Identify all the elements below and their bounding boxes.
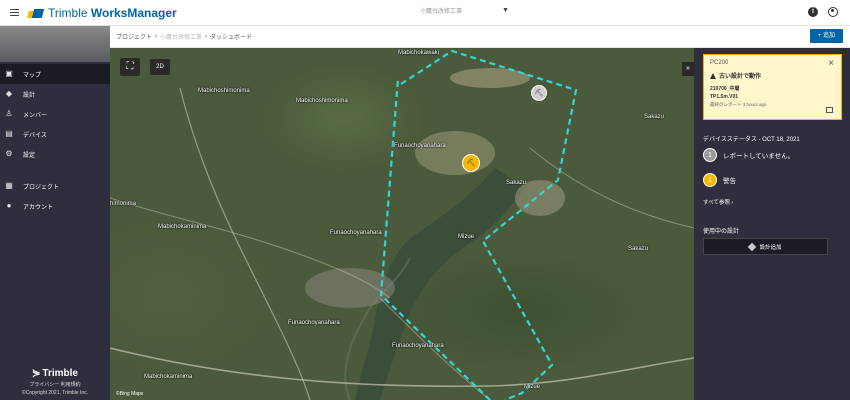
sidebar-footer: ⋟ Trimble プライバシー 利用規約 ©Copyright 2021, Tr… — [0, 368, 110, 396]
map-label: Mabichoshimonima — [198, 88, 250, 94]
device-icon: ▤ — [5, 129, 13, 138]
alert-design-version: TP1.5m.V01 — [710, 94, 739, 100]
map-label: Sakazu — [506, 180, 527, 186]
person-icon: ♙ — [5, 109, 13, 118]
status-label: 警告 — [723, 178, 736, 185]
monitor-icon[interactable] — [826, 107, 833, 113]
add-button[interactable]: + 追加 — [809, 29, 843, 43]
satellite-map[interactable]: Mabichokawaki Mabichoshimonima Mabichosh… — [110, 48, 694, 400]
map-label: Sakazu — [644, 114, 665, 120]
breadcrumb-projects[interactable]: プロジェクト — [116, 32, 152, 41]
cube-icon: ◆ — [5, 89, 13, 98]
sidebar-item-label: プロジェクト — [23, 184, 60, 191]
breadcrumb-current: ダッシュボード — [210, 35, 253, 41]
map-label: Funaochoyanahara — [288, 320, 340, 326]
sidebar-item-label: メンバー — [23, 112, 48, 119]
sidebar-item-settings[interactable]: ⚙ 設定 — [0, 144, 110, 164]
alert-status: 古い設計で動作 — [710, 71, 835, 80]
chevron-down-icon: ▼ — [502, 7, 509, 14]
status-warning[interactable]: 1 警告 — [703, 173, 736, 187]
status-label: レポートしていません。 — [723, 153, 795, 160]
map-label: Mabichokaminima — [158, 224, 207, 230]
map-label: Funaochoyanahara — [330, 230, 382, 236]
trimble-mark-icon: ⋟ — [32, 368, 41, 379]
map-label: Mizue — [458, 234, 475, 240]
app-logo[interactable]: Trimble WorksManager — [27, 0, 177, 26]
copyright: ©Copyright 2021, Trimble Inc. — [21, 390, 89, 396]
fullscreen-icon[interactable]: ⛶ — [120, 58, 140, 76]
excavator-marker-icon[interactable]: ⛏ — [531, 85, 547, 101]
chevron-right-icon: › — [155, 33, 158, 40]
footer-links[interactable]: プライバシー 利用規約 — [0, 381, 110, 388]
map-label: Mabichokawaki — [398, 50, 440, 56]
sidebar-item-account[interactable]: ● アカウント — [0, 196, 110, 216]
device-alert-card[interactable]: PC200 古い設計で動作 210706_中層 TP1.5m.V01 最終のレポ… — [703, 54, 842, 120]
sidebar-item-label: デバイス — [23, 132, 47, 139]
breadcrumb: プロジェクト › 小鷹台改修工事 › ダッシュボード + 追加 — [110, 26, 850, 48]
device-name: PC200 — [710, 60, 729, 66]
sidebar-item-label: マップ — [23, 72, 42, 79]
device-panel: PC200 古い設計で動作 210706_中層 TP1.5m.V01 最終のレポ… — [694, 48, 850, 400]
warning-icon — [710, 72, 716, 79]
app-title: Trimble WorksManager — [48, 5, 177, 20]
status-count: 1 — [703, 173, 717, 187]
trimble-logo-icon — [27, 8, 45, 18]
map-attribution: ©Bing Maps — [116, 391, 144, 397]
sidebar: ▣ マップ ◆ 設計 ♙ メンバー ▤ デバイス ⚙ 設定 ▦ プロジェクト ●… — [0, 26, 110, 400]
user-icon[interactable] — [828, 7, 838, 17]
map-label: himonima — [110, 201, 137, 207]
sidebar-item-design[interactable]: ◆ 設計 — [0, 84, 110, 104]
info-icon[interactable]: i — [808, 7, 818, 17]
sidebar-item-label: 設計 — [23, 92, 36, 99]
account-icon: ● — [6, 201, 12, 210]
designs-in-use-title: 使用中の設計 — [703, 229, 740, 235]
device-status-title: デバイスステータス - OCT 18, 2021 — [703, 137, 800, 143]
expand-panel-icon[interactable]: » — [682, 62, 694, 76]
status-count: 1 — [703, 148, 717, 162]
see-all-link[interactable]: すべて参照 › — [703, 198, 733, 206]
gear-icon: ⚙ — [5, 149, 13, 158]
sidebar-item-label: 設定 — [23, 152, 36, 159]
sidebar-item-members[interactable]: ♙ メンバー — [0, 104, 110, 124]
breadcrumb-project[interactable]: 小鷹台改修工事 — [160, 32, 202, 41]
sidebar-item-label: アカウント — [23, 204, 54, 211]
excavator-marker-icon[interactable]: ⛏ — [462, 154, 480, 172]
add-design-button[interactable]: 設計追加 — [703, 238, 828, 255]
project-selector[interactable]: 小鷹台改修工事 ▼ — [420, 6, 509, 15]
map-label: Sakazu — [628, 246, 649, 252]
building-icon: ▦ — [5, 181, 13, 190]
chevron-right-icon: › — [205, 33, 208, 40]
status-not-reporting[interactable]: 1 レポートしていません。 — [703, 148, 794, 162]
alert-design-name: 210706_中層 — [710, 86, 740, 92]
sidebar-item-devices[interactable]: ▤ デバイス — [0, 124, 110, 144]
map-label: Mizue — [524, 384, 541, 390]
alert-last-report: 最終のレポート 3 hours ago — [710, 102, 767, 107]
project-name: 小鷹台改修工事 — [420, 9, 463, 15]
sidebar-item-projects[interactable]: ▦ プロジェクト — [0, 176, 110, 196]
map-label: Funaochoyanahara — [392, 343, 444, 349]
menu-icon[interactable] — [4, 0, 24, 26]
project-thumbnail — [0, 26, 110, 62]
sidebar-item-map[interactable]: ▣ マップ — [0, 64, 110, 84]
map-label: Funaochoyanahara — [394, 143, 446, 149]
cube-icon — [748, 242, 757, 251]
trimble-footer-logo: ⋟ Trimble — [32, 368, 78, 379]
close-icon[interactable]: × — [828, 58, 834, 69]
map-label: Mabichoshimonima — [296, 98, 348, 104]
map-icon: ▣ — [5, 69, 13, 78]
top-bar: Trimble WorksManager 小鷹台改修工事 ▼ i — [0, 0, 850, 26]
view-mode-toggle[interactable]: 2D — [150, 59, 170, 75]
map-label: Mabichokaminima — [144, 374, 193, 380]
